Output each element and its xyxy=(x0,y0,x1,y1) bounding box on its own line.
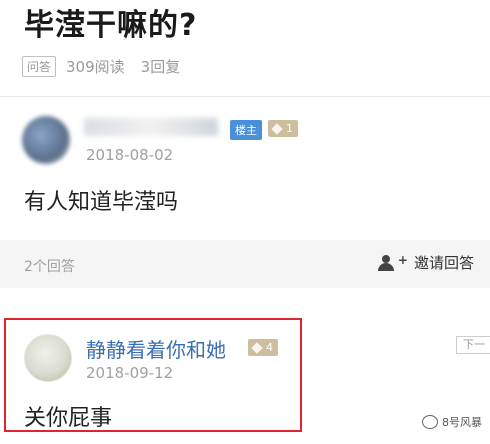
wechat-icon xyxy=(422,415,438,429)
post-date: 2018-08-02 xyxy=(86,146,174,164)
person-add-icon xyxy=(377,254,396,271)
reply-level-badge: 4 xyxy=(248,339,278,356)
post-body: 有人知道毕滢吗 xyxy=(24,190,179,215)
reply-avatar[interactable] xyxy=(24,334,72,382)
reply-count: 3回复 xyxy=(140,58,181,76)
author-avatar[interactable] xyxy=(22,116,70,164)
post-meta: 问答 309阅读 3回复 xyxy=(22,56,196,77)
qa-tag: 问答 xyxy=(22,56,57,77)
invite-answer-button[interactable]: + 邀请回答 xyxy=(377,252,474,273)
host-badge: 楼主 xyxy=(230,120,262,140)
reply-level-value: 4 xyxy=(266,341,273,354)
watermark-text: 8号风暴 xyxy=(442,416,482,429)
gem-icon xyxy=(251,341,263,354)
watermark: 8号风暴 xyxy=(422,414,482,430)
answers-count: 2个回答 xyxy=(24,259,75,275)
plus-icon: + xyxy=(397,252,408,267)
reply-body: 关你屁事 xyxy=(24,406,113,431)
author-level-badge: 1 xyxy=(268,120,298,137)
next-button[interactable]: 下一 xyxy=(456,336,490,354)
reply-username[interactable]: 静静看着你和她 xyxy=(86,334,226,363)
reply-date: 2018-09-12 xyxy=(86,364,174,382)
author-name-blurred[interactable] xyxy=(84,118,218,136)
invite-answer-label: 邀请回答 xyxy=(413,254,474,272)
gem-icon xyxy=(271,122,283,135)
post-title: 毕滢干嘛的? xyxy=(24,8,198,43)
read-count: 309阅读 xyxy=(66,58,125,76)
author-level-value: 1 xyxy=(286,122,293,135)
divider xyxy=(0,96,490,97)
